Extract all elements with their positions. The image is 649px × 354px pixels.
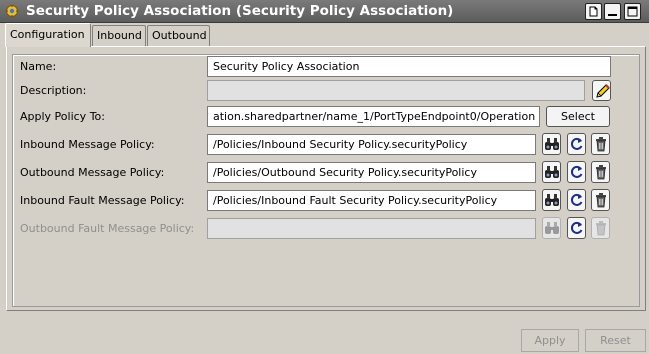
- window-title: Security Policy Association (Security Po…: [26, 3, 454, 19]
- trash-icon: [596, 193, 606, 208]
- outbound-message-policy-label: Outbound Message Policy:: [20, 166, 165, 179]
- trash-icon: [596, 221, 606, 236]
- minimize-window-button[interactable]: [604, 3, 621, 20]
- description-field: [207, 80, 585, 101]
- delete-inbound-message-policy-button[interactable]: [591, 133, 610, 155]
- goto-resource-icon: [570, 221, 583, 234]
- binoculars-icon: [545, 138, 559, 150]
- goto-outbound-fault-message-policy-button[interactable]: [567, 217, 586, 239]
- maximize-window-button[interactable]: [624, 3, 641, 20]
- document-icon: [589, 6, 598, 17]
- app-icon: [5, 4, 19, 18]
- browse-outbound-fault-message-policy-button: [542, 217, 561, 239]
- reset-button[interactable]: Reset: [585, 329, 646, 352]
- outbound-fault-message-policy-field: [207, 218, 536, 239]
- apply-button[interactable]: Apply: [521, 329, 579, 352]
- inbound-fault-message-policy-label: Inbound Fault Message Policy:: [20, 194, 185, 207]
- maximize-icon: [627, 6, 638, 17]
- delete-outbound-fault-message-policy-button: [591, 217, 610, 239]
- goto-inbound-message-policy-button[interactable]: [567, 133, 586, 155]
- delete-outbound-message-policy-button[interactable]: [591, 161, 610, 183]
- restore-window-button[interactable]: [585, 3, 602, 20]
- goto-outbound-message-policy-button[interactable]: [567, 161, 586, 183]
- browse-inbound-fault-message-policy-button[interactable]: [542, 189, 561, 211]
- goto-resource-icon: [570, 193, 583, 206]
- trash-icon: [596, 165, 606, 180]
- tab-inbound[interactable]: Inbound: [92, 25, 146, 46]
- apply-policy-to-label: Apply Policy To:: [20, 110, 105, 123]
- binoculars-icon: [545, 194, 559, 206]
- inbound-message-policy-field[interactable]: /Policies/Inbound Security Policy.securi…: [207, 134, 536, 155]
- apply-policy-to-field[interactable]: ation.sharedpartner/name_1/PortTypeEndpo…: [207, 106, 540, 127]
- outbound-fault-message-policy-label: Outbound Fault Message Policy:: [20, 222, 195, 235]
- delete-inbound-fault-message-policy-button[interactable]: [591, 189, 610, 211]
- binoculars-icon: [545, 166, 559, 178]
- browse-inbound-message-policy-button[interactable]: [542, 133, 561, 155]
- outbound-message-policy-field[interactable]: /Policies/Outbound Security Policy.secur…: [207, 162, 536, 183]
- inbound-fault-message-policy-field[interactable]: /Policies/Inbound Fault Security Policy.…: [207, 190, 536, 211]
- goto-resource-icon: [570, 165, 583, 178]
- trash-icon: [596, 137, 606, 152]
- name-field[interactable]: Security Policy Association: [207, 56, 611, 77]
- minimize-icon: [608, 14, 617, 16]
- tab-outbound[interactable]: Outbound: [147, 25, 210, 46]
- select-button[interactable]: Select: [546, 106, 610, 127]
- title-bar: Security Policy Association (Security Po…: [0, 0, 649, 23]
- tab-configuration[interactable]: Configuration: [5, 23, 91, 47]
- binoculars-icon: [545, 222, 559, 234]
- browse-outbound-message-policy-button[interactable]: [542, 161, 561, 183]
- goto-inbound-fault-message-policy-button[interactable]: [567, 189, 586, 211]
- goto-resource-icon: [570, 137, 583, 150]
- description-label: Description:: [20, 84, 87, 97]
- inbound-message-policy-label: Inbound Message Policy:: [20, 138, 155, 151]
- name-label: Name:: [20, 60, 57, 73]
- edit-description-button[interactable]: [592, 80, 611, 101]
- pencil-icon: [596, 84, 610, 98]
